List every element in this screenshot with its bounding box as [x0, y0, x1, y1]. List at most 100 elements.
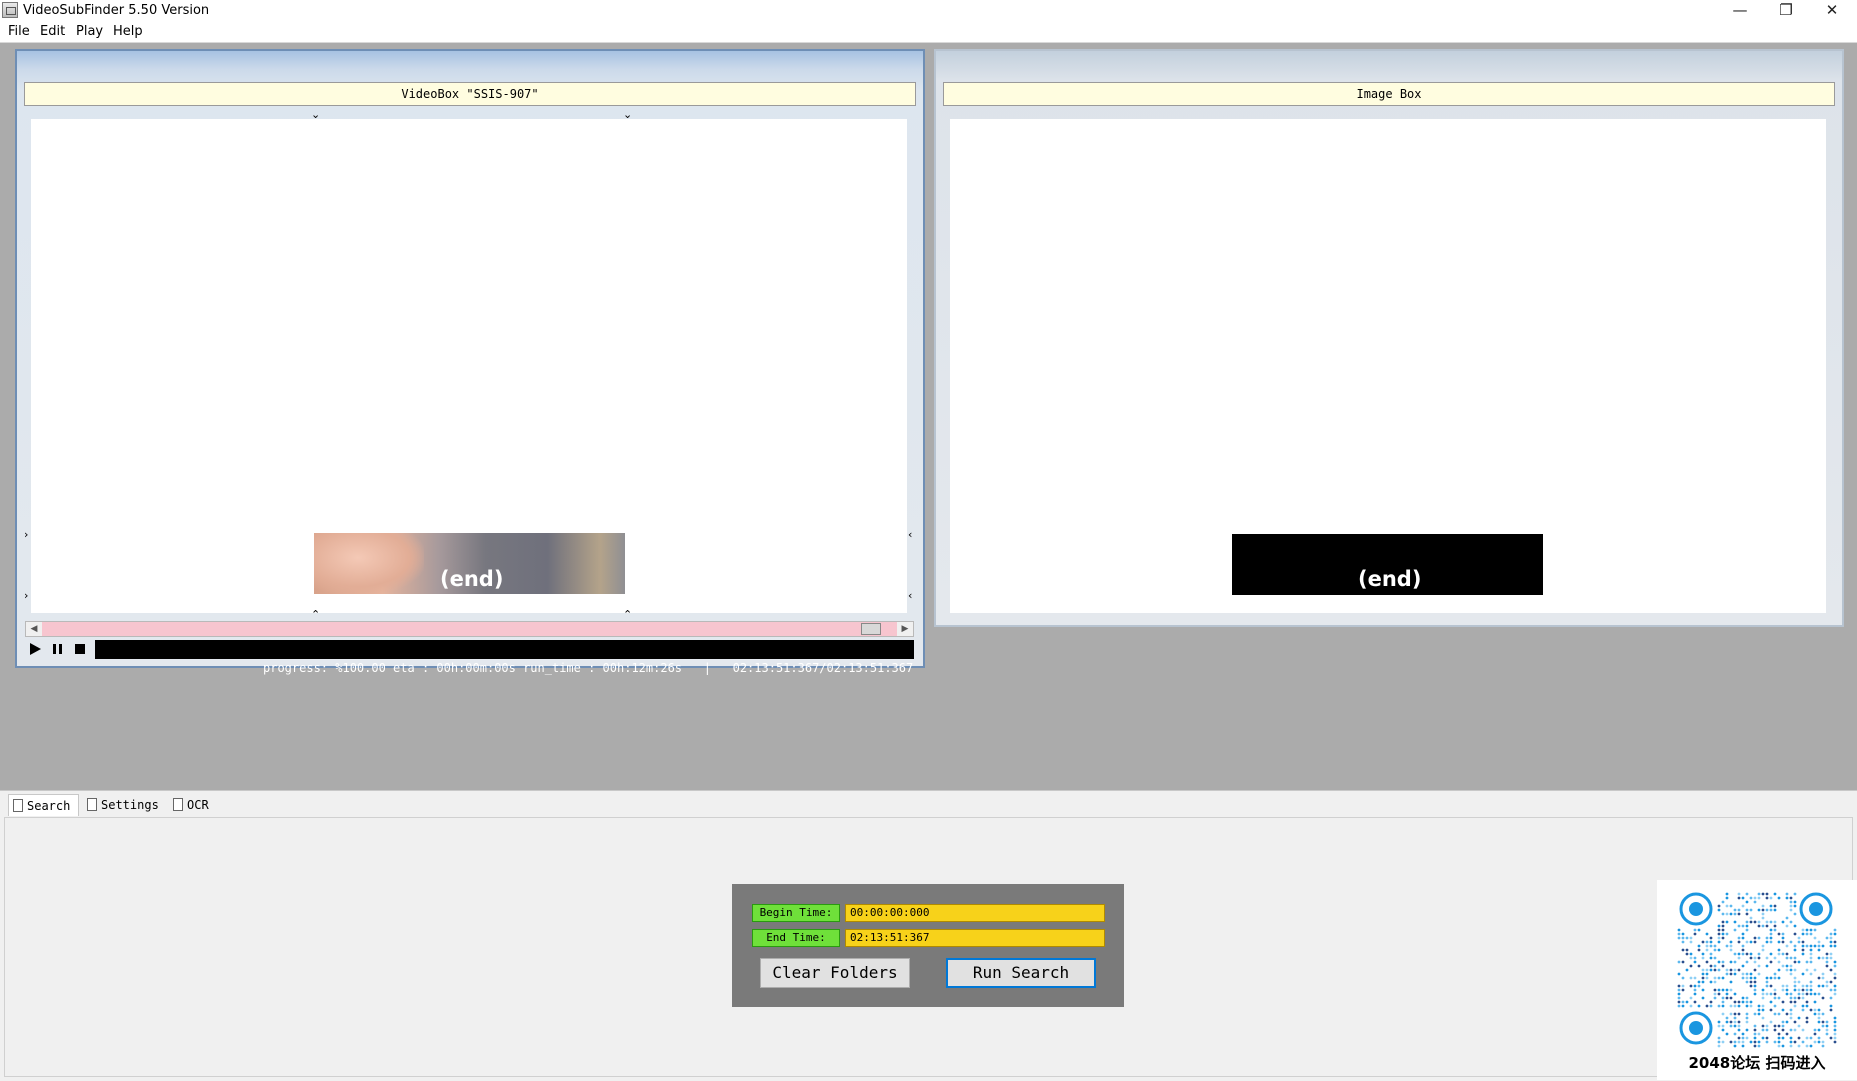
qr-dot: [1681, 976, 1685, 980]
qr-dot: [1817, 1008, 1821, 1012]
qr-dot: [1733, 920, 1737, 924]
qr-dot: [1729, 972, 1733, 976]
qr-dot: [1725, 1032, 1729, 1036]
top-left-crop-marker[interactable]: ⌄: [311, 109, 320, 120]
qr-dot: [1829, 944, 1833, 948]
qr-dot: [1793, 980, 1797, 984]
document-icon: [173, 798, 183, 811]
qr-dot: [1701, 968, 1705, 972]
qr-dot: [1741, 952, 1745, 956]
qr-dot: [1729, 1012, 1733, 1016]
tab-ocr[interactable]: OCR: [169, 794, 219, 816]
qr-dot: [1789, 968, 1793, 972]
qr-dot: [1829, 956, 1833, 960]
right-upper-crop-marker[interactable]: ‹: [908, 529, 912, 540]
qr-dot: [1765, 924, 1769, 928]
qr-dot: [1765, 976, 1769, 980]
qr-dot: [1801, 1040, 1805, 1044]
menu-file[interactable]: File: [8, 24, 30, 39]
qr-dot: [1681, 940, 1685, 944]
close-button[interactable]: ✕: [1809, 0, 1855, 22]
left-upper-crop-marker[interactable]: ›: [24, 529, 28, 540]
qr-dot: [1761, 908, 1765, 912]
qr-dot: [1677, 984, 1681, 988]
tab-search[interactable]: Search: [8, 794, 79, 816]
qr-dot: [1709, 944, 1713, 948]
menu-edit[interactable]: Edit: [40, 24, 65, 39]
qr-dot: [1749, 976, 1753, 980]
restore-button[interactable]: ❐: [1763, 0, 1809, 22]
qr-dot: [1745, 920, 1749, 924]
qr-dot: [1689, 956, 1693, 960]
qr-dot: [1789, 908, 1793, 912]
qr-dot: [1693, 1000, 1697, 1004]
qr-dot: [1741, 1040, 1745, 1044]
right-lower-crop-marker[interactable]: ‹: [908, 590, 912, 601]
qr-dot: [1725, 968, 1729, 972]
clear-folders-button[interactable]: Clear Folders: [760, 958, 910, 988]
qr-dot: [1761, 912, 1765, 916]
image-box-title: Image Box: [943, 82, 1835, 106]
qr-dot: [1733, 928, 1737, 932]
qr-dot: [1741, 936, 1745, 940]
bottom-left-crop-marker[interactable]: ⌃: [311, 609, 320, 620]
qr-dot: [1809, 956, 1813, 960]
scroll-left-arrow-icon[interactable]: ◀: [26, 622, 42, 636]
qr-dot: [1777, 1032, 1781, 1036]
qr-dot: [1761, 996, 1765, 1000]
scroll-right-arrow-icon[interactable]: ▶: [897, 622, 913, 636]
qr-dot: [1773, 988, 1777, 992]
top-right-crop-marker[interactable]: ⌄: [623, 109, 632, 120]
qr-dot: [1697, 984, 1701, 988]
stop-icon[interactable]: [71, 640, 89, 658]
image-frame: (end): [1232, 534, 1543, 595]
qr-dot: [1821, 1012, 1825, 1016]
timeline-scrollbar[interactable]: ◀ ▶: [25, 621, 914, 637]
bottom-right-crop-marker[interactable]: ⌃: [623, 609, 632, 620]
qr-dot: [1789, 972, 1793, 976]
title-bar: VideoSubFinder 5.50 Version — ❐ ✕: [0, 0, 1857, 22]
qr-dot: [1781, 984, 1785, 988]
left-lower-crop-marker[interactable]: ›: [24, 590, 28, 601]
qr-dot: [1745, 1036, 1749, 1040]
qr-dot: [1805, 1004, 1809, 1008]
pause-icon[interactable]: [49, 640, 67, 658]
end-time-input[interactable]: 02:13:51:367: [845, 929, 1105, 947]
qr-dot: [1821, 1044, 1825, 1048]
qr-dot: [1697, 964, 1701, 968]
timeline-scroll-thumb[interactable]: [861, 623, 881, 635]
qr-dot: [1749, 972, 1753, 976]
video-canvas[interactable]: (end): [31, 119, 907, 613]
qr-dot: [1705, 948, 1709, 952]
minimize-button[interactable]: —: [1717, 0, 1763, 22]
qr-dot: [1765, 1024, 1769, 1028]
menu-help[interactable]: Help: [113, 24, 143, 39]
qr-dot: [1789, 1012, 1793, 1016]
qr-dot: [1825, 1024, 1829, 1028]
qr-dot: [1733, 912, 1737, 916]
qr-dot: [1713, 956, 1717, 960]
qr-dot: [1789, 920, 1793, 924]
qr-dot: [1713, 964, 1717, 968]
begin-time-input[interactable]: 00:00:00:000: [845, 904, 1105, 922]
tab-search-label: Search: [27, 799, 71, 813]
qr-dot: [1761, 948, 1765, 952]
tab-settings[interactable]: Settings: [83, 794, 165, 816]
qr-dot: [1781, 1036, 1785, 1040]
qr-dot: [1813, 1000, 1817, 1004]
qr-dot: [1789, 896, 1793, 900]
qr-dot: [1805, 1036, 1809, 1040]
qr-dot: [1829, 952, 1833, 956]
qr-dot: [1733, 1012, 1737, 1016]
run-search-button[interactable]: Run Search: [946, 958, 1096, 988]
qr-dot: [1757, 956, 1761, 960]
qr-dot: [1749, 1004, 1753, 1008]
qr-dot: [1749, 1000, 1753, 1004]
menu-play[interactable]: Play: [76, 24, 103, 39]
play-icon[interactable]: [26, 640, 44, 658]
qr-dot: [1741, 896, 1745, 900]
qr-dot: [1741, 932, 1745, 936]
qr-dot: [1753, 968, 1757, 972]
qr-dot: [1741, 924, 1745, 928]
qr-dot: [1761, 992, 1765, 996]
